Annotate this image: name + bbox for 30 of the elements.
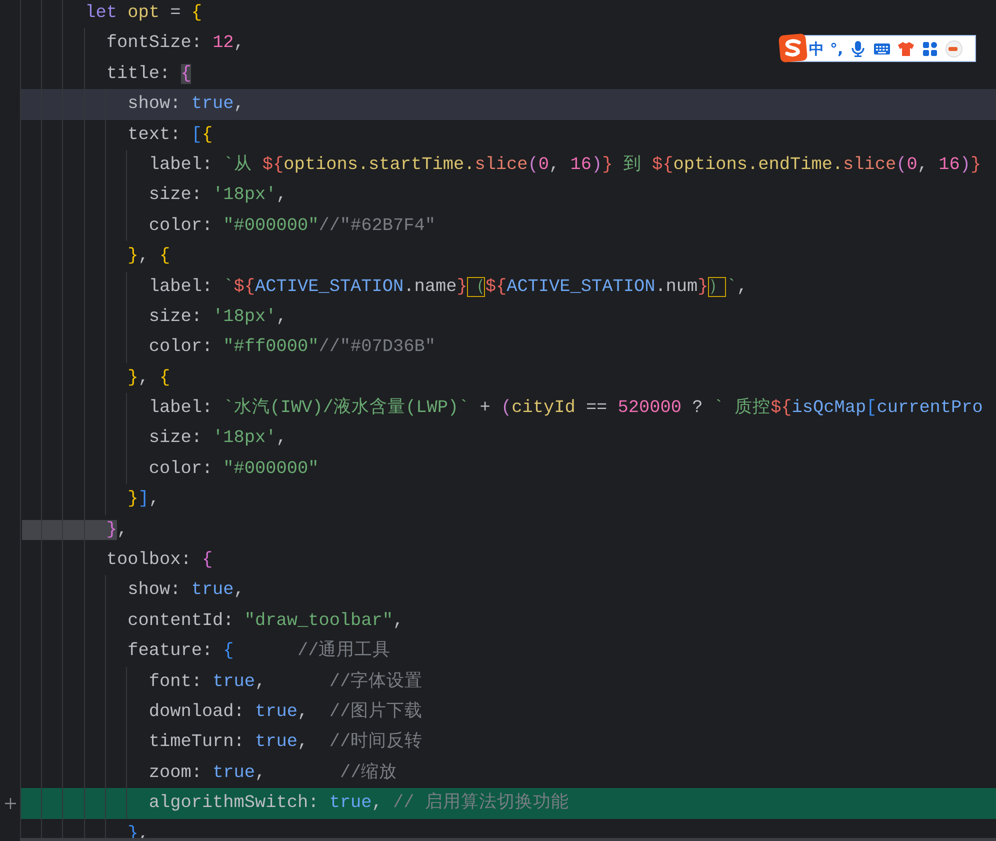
- code-line: }, {: [20, 241, 996, 272]
- code-line: color: "#000000": [20, 454, 996, 484]
- code-line: zoom: true, //缩放: [20, 758, 996, 788]
- code-line: toolbox: {: [20, 545, 996, 576]
- code-line: font: true, //字体设置: [20, 666, 996, 697]
- code-line: let opt = {: [20, 0, 996, 28]
- code-line: size: '18px',: [20, 180, 996, 211]
- punctuation-toggle[interactable]: °,: [830, 40, 844, 58]
- code-line: label: `从 ${options.startTime.slice(0, 16)} 到 ${options.endTime.slice(0, 16)}: [20, 150, 996, 180]
- code-line: feature: { //通用工具: [20, 636, 996, 667]
- code-line: size: '18px',: [20, 302, 996, 332]
- code-line: title: {: [20, 58, 996, 90]
- grid-icon[interactable]: [921, 40, 940, 58]
- logo-icon[interactable]: [778, 33, 809, 63]
- microphone-icon[interactable]: [849, 40, 868, 58]
- code-line: color: "#000000"//"#62B7F4": [20, 210, 996, 242]
- code-line: label: `水汽(IWV)/液水含量(LWP)` + (cityId == 520000 ? ` 质控${isQcMap[currentPro: [20, 393, 996, 424]
- code-line: }],: [20, 484, 996, 515]
- code-line: show: true,: [20, 575, 996, 606]
- shirt-icon[interactable]: [897, 40, 916, 58]
- code-line: }, {: [20, 362, 996, 394]
- code-line: text: [{: [20, 120, 996, 150]
- code-line: download: true, //图片下载: [20, 696, 996, 728]
- code-line: color: "#ff0000"//"#07D36B": [20, 332, 996, 363]
- code-line: },: [20, 514, 996, 546]
- code-line: contentId: "draw_toolbar",: [20, 606, 996, 636]
- code-line: size: '18px',: [20, 423, 996, 454]
- code-line: timeTurn: true, //时间反转: [20, 727, 996, 758]
- code-line: label: `${ACTIVE_STATION.name}（${ACTIVE_STATION.num}）`,: [20, 272, 996, 302]
- input-mode-toggle[interactable]: 中: [809, 40, 824, 58]
